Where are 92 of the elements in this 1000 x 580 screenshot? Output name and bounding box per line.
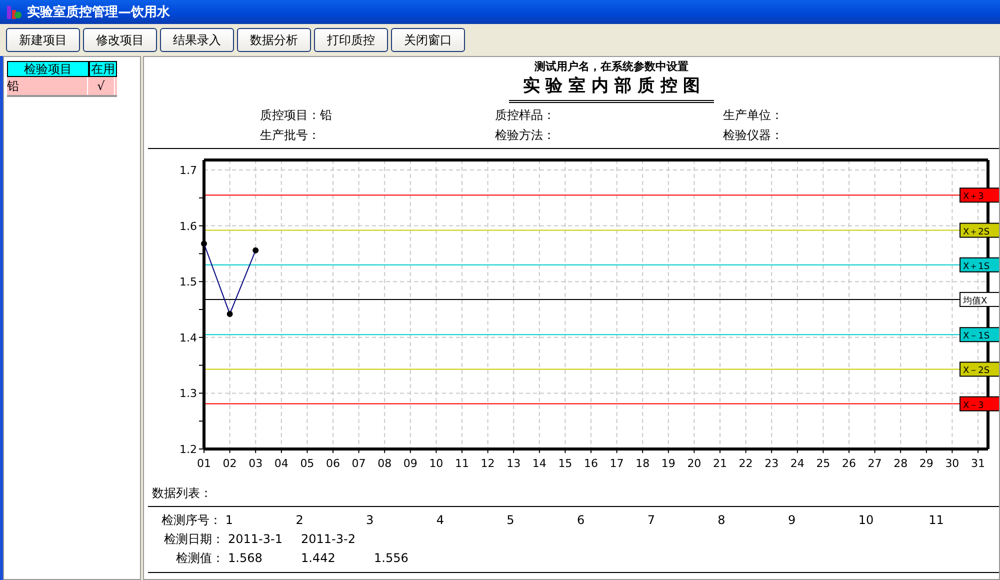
info-field: 生产批号： <box>260 127 495 144</box>
y-tick-label: 1.6 <box>180 220 197 233</box>
row-label: 检测值： <box>175 550 224 567</box>
table-cell-text: 1.442 <box>301 550 336 567</box>
x-tick-label: 04 <box>274 457 288 470</box>
table-cell-text: 4 <box>436 512 445 529</box>
table-cell-text: 2011-3-2 <box>301 531 356 548</box>
x-tick-label: 11 <box>455 457 469 470</box>
table-cell-text: 1.556 <box>374 550 410 567</box>
toolbar-button[interactable]: 关闭窗口 <box>391 28 465 52</box>
ref-line-label: X－2S <box>963 366 990 376</box>
toolbar-button[interactable]: 结果录入 <box>160 28 234 52</box>
table-cell-text: 1 <box>225 512 234 529</box>
ref-line-label: X＋1S <box>963 262 990 272</box>
x-tick-label: 26 <box>842 457 856 470</box>
row-label: 检测序号： <box>160 512 222 529</box>
ref-line-label: X－3 <box>963 400 984 411</box>
x-tick-label: 25 <box>816 457 830 470</box>
toolbar-button[interactable]: 打印质控 <box>314 28 388 52</box>
limit-tag: X＋3 <box>960 188 999 203</box>
x-tick-label: 13 <box>506 457 521 470</box>
y-tick-label: 1.2 <box>180 443 197 456</box>
x-tick-label: 10 <box>429 457 444 470</box>
ref-line-label: 均值X <box>962 295 988 306</box>
x-tick-label: 07 <box>352 457 366 470</box>
table-cell-text: 7 <box>647 512 656 529</box>
x-tick-label: 22 <box>738 457 753 470</box>
limit-tag: X＋1S <box>960 257 999 272</box>
ref-line-label: X－1S <box>963 332 990 342</box>
x-tick-label: 18 <box>636 457 650 470</box>
y-tick-label: 1.3 <box>180 387 197 400</box>
toolbar-button[interactable]: 修改项目 <box>83 28 157 52</box>
limit-tag: X－3 <box>960 396 999 412</box>
x-tick-label: 02 <box>222 457 237 470</box>
x-tick-label: 20 <box>687 457 702 470</box>
x-tick-label: 09 <box>403 457 418 470</box>
x-tick-label: 01 <box>197 457 211 470</box>
table-cell-text: 6 <box>577 512 586 529</box>
column-header: 在用 <box>89 61 117 77</box>
app-icon <box>6 4 22 20</box>
x-tick-label: 16 <box>584 457 598 470</box>
info-field: 质控样品： <box>495 107 723 124</box>
table-cell-text: 10 <box>858 512 875 529</box>
y-tick-label: 1.4 <box>180 331 197 344</box>
limit-tag: X＋2S <box>960 222 999 238</box>
table-cell: 铅 <box>7 77 88 95</box>
limit-tag: X－1S <box>960 327 999 342</box>
table-cell-text: 9 <box>788 512 797 529</box>
info-field: 生产单位： <box>723 107 923 124</box>
x-tick-label: 21 <box>713 457 727 470</box>
table-cell-text: 2011-3-1 <box>228 531 284 548</box>
x-tick-label: 06 <box>326 457 340 470</box>
x-tick-label: 23 <box>764 457 779 470</box>
table-cell: √ <box>88 77 115 95</box>
table-cell-text: 5 <box>506 512 516 529</box>
report-subtitle: 测试用户名，在系统参数中设置 <box>534 59 690 74</box>
y-tick-label: 1.5 <box>180 276 197 289</box>
limit-tag: 均值X <box>960 292 999 307</box>
x-tick-label: 27 <box>868 457 882 470</box>
ref-line-label: X＋2S <box>963 227 990 238</box>
x-tick-label: 19 <box>661 457 676 470</box>
table-cell-text: 8 <box>718 512 726 529</box>
column-header: 检验项目 <box>7 61 89 77</box>
toolbar-button[interactable]: 新建项目 <box>6 28 80 52</box>
x-tick-label: 14 <box>532 457 546 470</box>
x-tick-label: 08 <box>378 457 392 470</box>
x-tick-label: 17 <box>610 457 624 470</box>
x-tick-label: 15 <box>558 457 572 470</box>
table-cell-text: 2 <box>296 512 304 529</box>
x-tick-label: 05 <box>300 457 314 470</box>
info-field: 检验仪器： <box>723 127 923 144</box>
table-cell-text: 3 <box>366 512 375 529</box>
ref-line-label: X＋3 <box>963 192 984 202</box>
toolbar-button[interactable]: 数据分析 <box>237 28 311 52</box>
report-title: 实 验 室 内 部 质 控 图 <box>508 74 714 103</box>
table-cell-text: 11 <box>928 512 945 529</box>
y-tick-label: 1.7 <box>180 164 197 177</box>
info-field: 质控项目：铅 <box>260 107 495 124</box>
info-field: 检验方法： <box>495 127 723 144</box>
x-tick-label: 03 <box>248 457 263 470</box>
table-cell-text: 1.568 <box>228 550 264 567</box>
data-list-title: 数据列表： <box>152 485 213 502</box>
x-tick-label: 31 <box>971 457 985 470</box>
x-tick-label: 24 <box>790 457 804 470</box>
x-tick-label: 30 <box>945 457 960 470</box>
window-title: 实验室质控管理—饮用水 <box>27 4 170 21</box>
x-tick-label: 29 <box>919 457 934 470</box>
x-tick-label: 12 <box>480 457 495 470</box>
row-label: 检测日期： <box>163 531 224 548</box>
item-row[interactable]: 铅 √ <box>7 77 117 97</box>
x-tick-label: 28 <box>894 457 908 470</box>
limit-tag: X－2S <box>960 362 999 377</box>
